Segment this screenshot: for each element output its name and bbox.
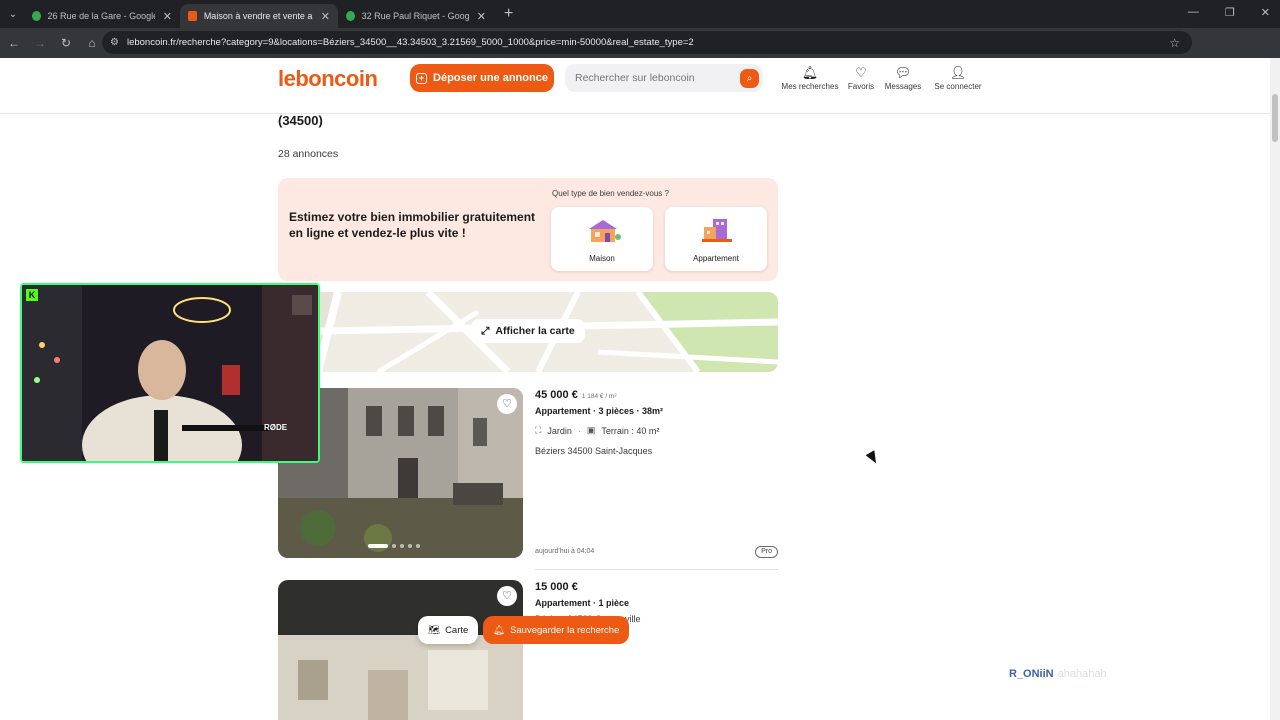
show-map-button[interactable]: ⤢ Afficher la carte	[471, 319, 585, 343]
listing-subtitle: Appartement · 3 pièces · 38m²	[535, 406, 664, 416]
estimate-banner: Estimez votre bien immobilier gratuiteme…	[278, 178, 778, 281]
pro-badge: Pro	[755, 546, 778, 558]
divider	[535, 569, 778, 570]
maps-favicon-icon	[32, 11, 41, 21]
nav-messages[interactable]: 💬︎ Messages	[883, 64, 923, 91]
chat-icon: 💬︎	[894, 65, 912, 80]
leboncoin-favicon-icon	[188, 11, 197, 21]
close-tab-icon[interactable]: ✕	[321, 10, 330, 23]
forward-icon[interactable]: →	[28, 36, 52, 50]
close-window-icon[interactable]: ✕	[1261, 6, 1270, 19]
svg-text:RØDE: RØDE	[264, 423, 288, 432]
user-icon: 👤︎	[949, 65, 967, 80]
leboncoin-logo[interactable]: leboncoin	[278, 66, 378, 92]
scrollbar-thumb[interactable]	[1272, 94, 1278, 142]
estimate-title: Estimez votre bien immobilier gratuiteme…	[289, 210, 536, 240]
map-icon: 🗺︎	[428, 624, 441, 636]
watermark-sub: ahahahah	[1057, 668, 1107, 680]
tab-title: Maison à vendre et vente appa	[203, 11, 313, 21]
price-per-m2: 1 184 € / m²	[581, 393, 617, 400]
listing-photo[interactable]: ♡	[278, 580, 523, 720]
nav-label: Mes recherches	[781, 82, 839, 91]
nav-label: Favoris	[847, 82, 875, 91]
attribute-land: Terrain : 40 m²	[601, 425, 660, 436]
photo-carousel-dots[interactable]	[368, 544, 420, 548]
listing-date: aujourd'hui à 04:04	[535, 548, 595, 555]
deposit-ad-label: Déposer une annonce	[433, 72, 548, 84]
listing-location: Béziers 34500 Saint-Jacques	[535, 446, 653, 456]
bell-icon: 🔔︎	[801, 65, 819, 80]
search-icon[interactable]: ⌕	[740, 69, 759, 88]
browser-toolbar: ← → ↻ ⌂ ⚙ leboncoin.fr/recherche?categor…	[0, 28, 1280, 76]
heart-icon: ♡	[855, 65, 867, 80]
page-scrollbar[interactable]	[1270, 58, 1280, 720]
property-type-house-card[interactable]: Maison	[551, 207, 653, 271]
map-toggle-button[interactable]: 🗺︎ Carte	[418, 616, 479, 644]
show-map-label: Afficher la carte	[495, 325, 575, 337]
listing-price: 15 000 €	[535, 581, 578, 593]
property-type-apartment-card[interactable]: Appartement	[665, 207, 767, 271]
expand-icon: ⤢	[481, 324, 490, 337]
minimize-icon[interactable]: —	[1188, 6, 1199, 19]
nav-login[interactable]: 👤︎ Se connecter	[932, 64, 984, 91]
map-preview[interactable]: ⤢ Afficher la carte	[278, 292, 778, 372]
nav-favorites[interactable]: ♡ Favoris	[845, 64, 877, 91]
stream-watermark: R_ONiiN ahahahah	[1009, 668, 1107, 680]
results-heading: (34500)	[278, 113, 323, 128]
favorite-heart-icon[interactable]: ♡	[497, 394, 517, 414]
favorite-heart-icon[interactable]: ♡	[497, 586, 517, 606]
nav-label: Se connecter	[934, 82, 982, 91]
browser-tab[interactable]: 32 Rue Paul Riquet - Google M ✕	[338, 4, 494, 28]
plus-icon: +	[416, 72, 428, 84]
nav-label: Messages	[884, 82, 922, 91]
property-type-label: Appartement	[693, 254, 739, 263]
listing-price: 45 000 €1 184 € / m²	[535, 389, 617, 401]
address-bar[interactable]: ⚙ leboncoin.fr/recherche?category=9&loca…	[102, 31, 1192, 54]
apartment-illustration-icon	[702, 219, 732, 242]
browser-tab[interactable]: 26 Rue de la Gare - Google Ma ✕	[24, 4, 180, 28]
streamer-webcam-image: RØDE	[22, 285, 318, 461]
bookmark-star-icon[interactable]: ☆	[1169, 36, 1180, 50]
watermark-name: R_ONiiN	[1009, 668, 1054, 680]
save-search-button[interactable]: 🔔︎ Sauvegarder la recherche	[483, 616, 630, 644]
map-toggle-label: Carte	[445, 624, 469, 636]
browser-tab-active[interactable]: Maison à vendre et vente appa ✕	[180, 4, 338, 28]
close-tab-icon[interactable]: ✕	[477, 10, 486, 23]
tab-title: 26 Rue de la Gare - Google Ma	[47, 11, 155, 21]
home-icon[interactable]: ⌂	[80, 36, 104, 50]
land-icon: ▣	[586, 425, 596, 435]
reload-icon[interactable]: ↻	[54, 36, 78, 50]
browser-tab-bar: ⌄ 26 Rue de la Gare - Google Ma ✕ Maison…	[0, 0, 1280, 28]
results-count: 28 annonces	[278, 148, 339, 160]
house-illustration-icon	[589, 220, 621, 242]
attribute-garden: Jardin	[547, 425, 572, 436]
bell-icon: 🔔︎	[493, 624, 506, 636]
restore-icon[interactable]: ❐	[1225, 6, 1235, 19]
back-icon[interactable]: ←	[2, 36, 26, 50]
close-tab-icon[interactable]: ✕	[163, 10, 172, 23]
new-tab-icon[interactable]: +	[504, 5, 513, 23]
search-input[interactable]	[575, 72, 735, 84]
listing-attributes: ⛶ Jardin · ▣ Terrain : 40 m²	[535, 425, 660, 436]
webcam-overlay: RØDE K	[20, 283, 320, 463]
save-search-label: Sauvegarder la recherche	[510, 624, 620, 636]
maps-favicon-icon	[346, 11, 355, 21]
nav-my-searches[interactable]: 🔔︎ Mes recherches	[781, 64, 839, 91]
tab-search-chevron-icon[interactable]: ⌄	[2, 3, 24, 25]
kick-logo: K	[26, 289, 38, 301]
tab-title: 32 Rue Paul Riquet - Google M	[361, 11, 469, 21]
site-header: leboncoin + Déposer une annonce ⌕ 🔔︎ Mes…	[0, 58, 1270, 114]
listing-photo-image	[278, 580, 523, 720]
estimate-question: Quel type de bien vendez-vous ?	[552, 189, 669, 198]
site-info-icon[interactable]: ⚙	[110, 37, 119, 48]
listing-subtitle: Appartement · 1 pièce	[535, 598, 630, 608]
url-text[interactable]: leboncoin.fr/recherche?category=9&locati…	[127, 37, 694, 48]
garden-icon: ⛶	[535, 425, 542, 435]
property-type-label: Maison	[589, 254, 615, 263]
listing-card[interactable]: ♡ 45 000 €1 184 € / m² Appartement · 3 p…	[278, 388, 778, 570]
deposit-ad-button[interactable]: + Déposer une annonce	[410, 64, 554, 92]
search-bar: ⌕	[565, 64, 763, 92]
listing-card[interactable]: ♡ 15 000 € Appartement · 1 pièce Béziers…	[278, 580, 778, 720]
price-value: 45 000 €	[535, 389, 578, 401]
